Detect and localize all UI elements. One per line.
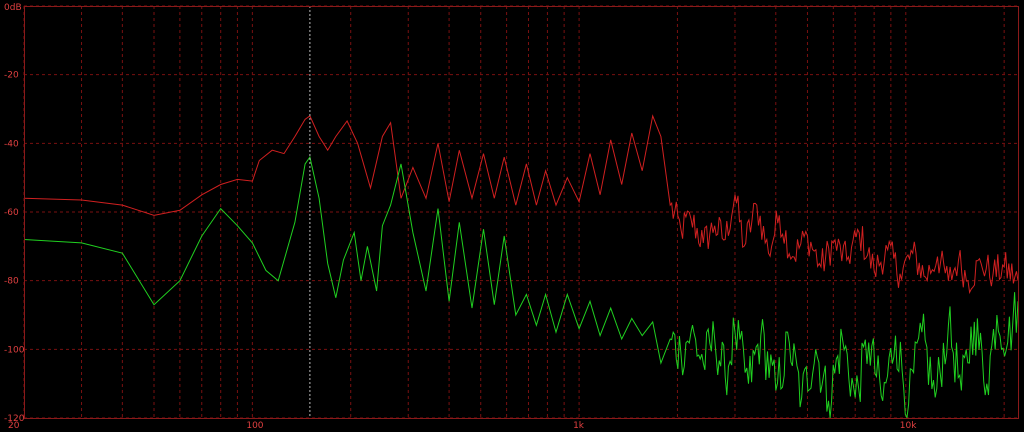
x-tick-label: 20	[8, 421, 20, 431]
red-spectrum-line	[23, 114, 1019, 295]
y-tick-label: -20	[4, 71, 19, 81]
green-spectrum-line	[23, 155, 1019, 420]
series-layer	[23, 114, 1019, 420]
x-tick-label: 10k	[900, 421, 917, 431]
y-tick-label: -60	[4, 208, 19, 218]
x-tick-label: 1k	[573, 421, 585, 431]
spectrum-chart: 0dB-20-40-60-80-100-12020 100 1k 10k	[4, 3, 1019, 431]
axis-labels: 0dB-20-40-60-80-100-12020 100 1k 10k	[4, 3, 917, 431]
y-tick-label: -100	[4, 345, 25, 355]
y-tick-label: -40	[4, 139, 19, 149]
y-tick-label: -80	[4, 277, 19, 287]
y-tick-label: 0dB	[4, 3, 22, 13]
x-tick-label: 100	[246, 421, 263, 431]
